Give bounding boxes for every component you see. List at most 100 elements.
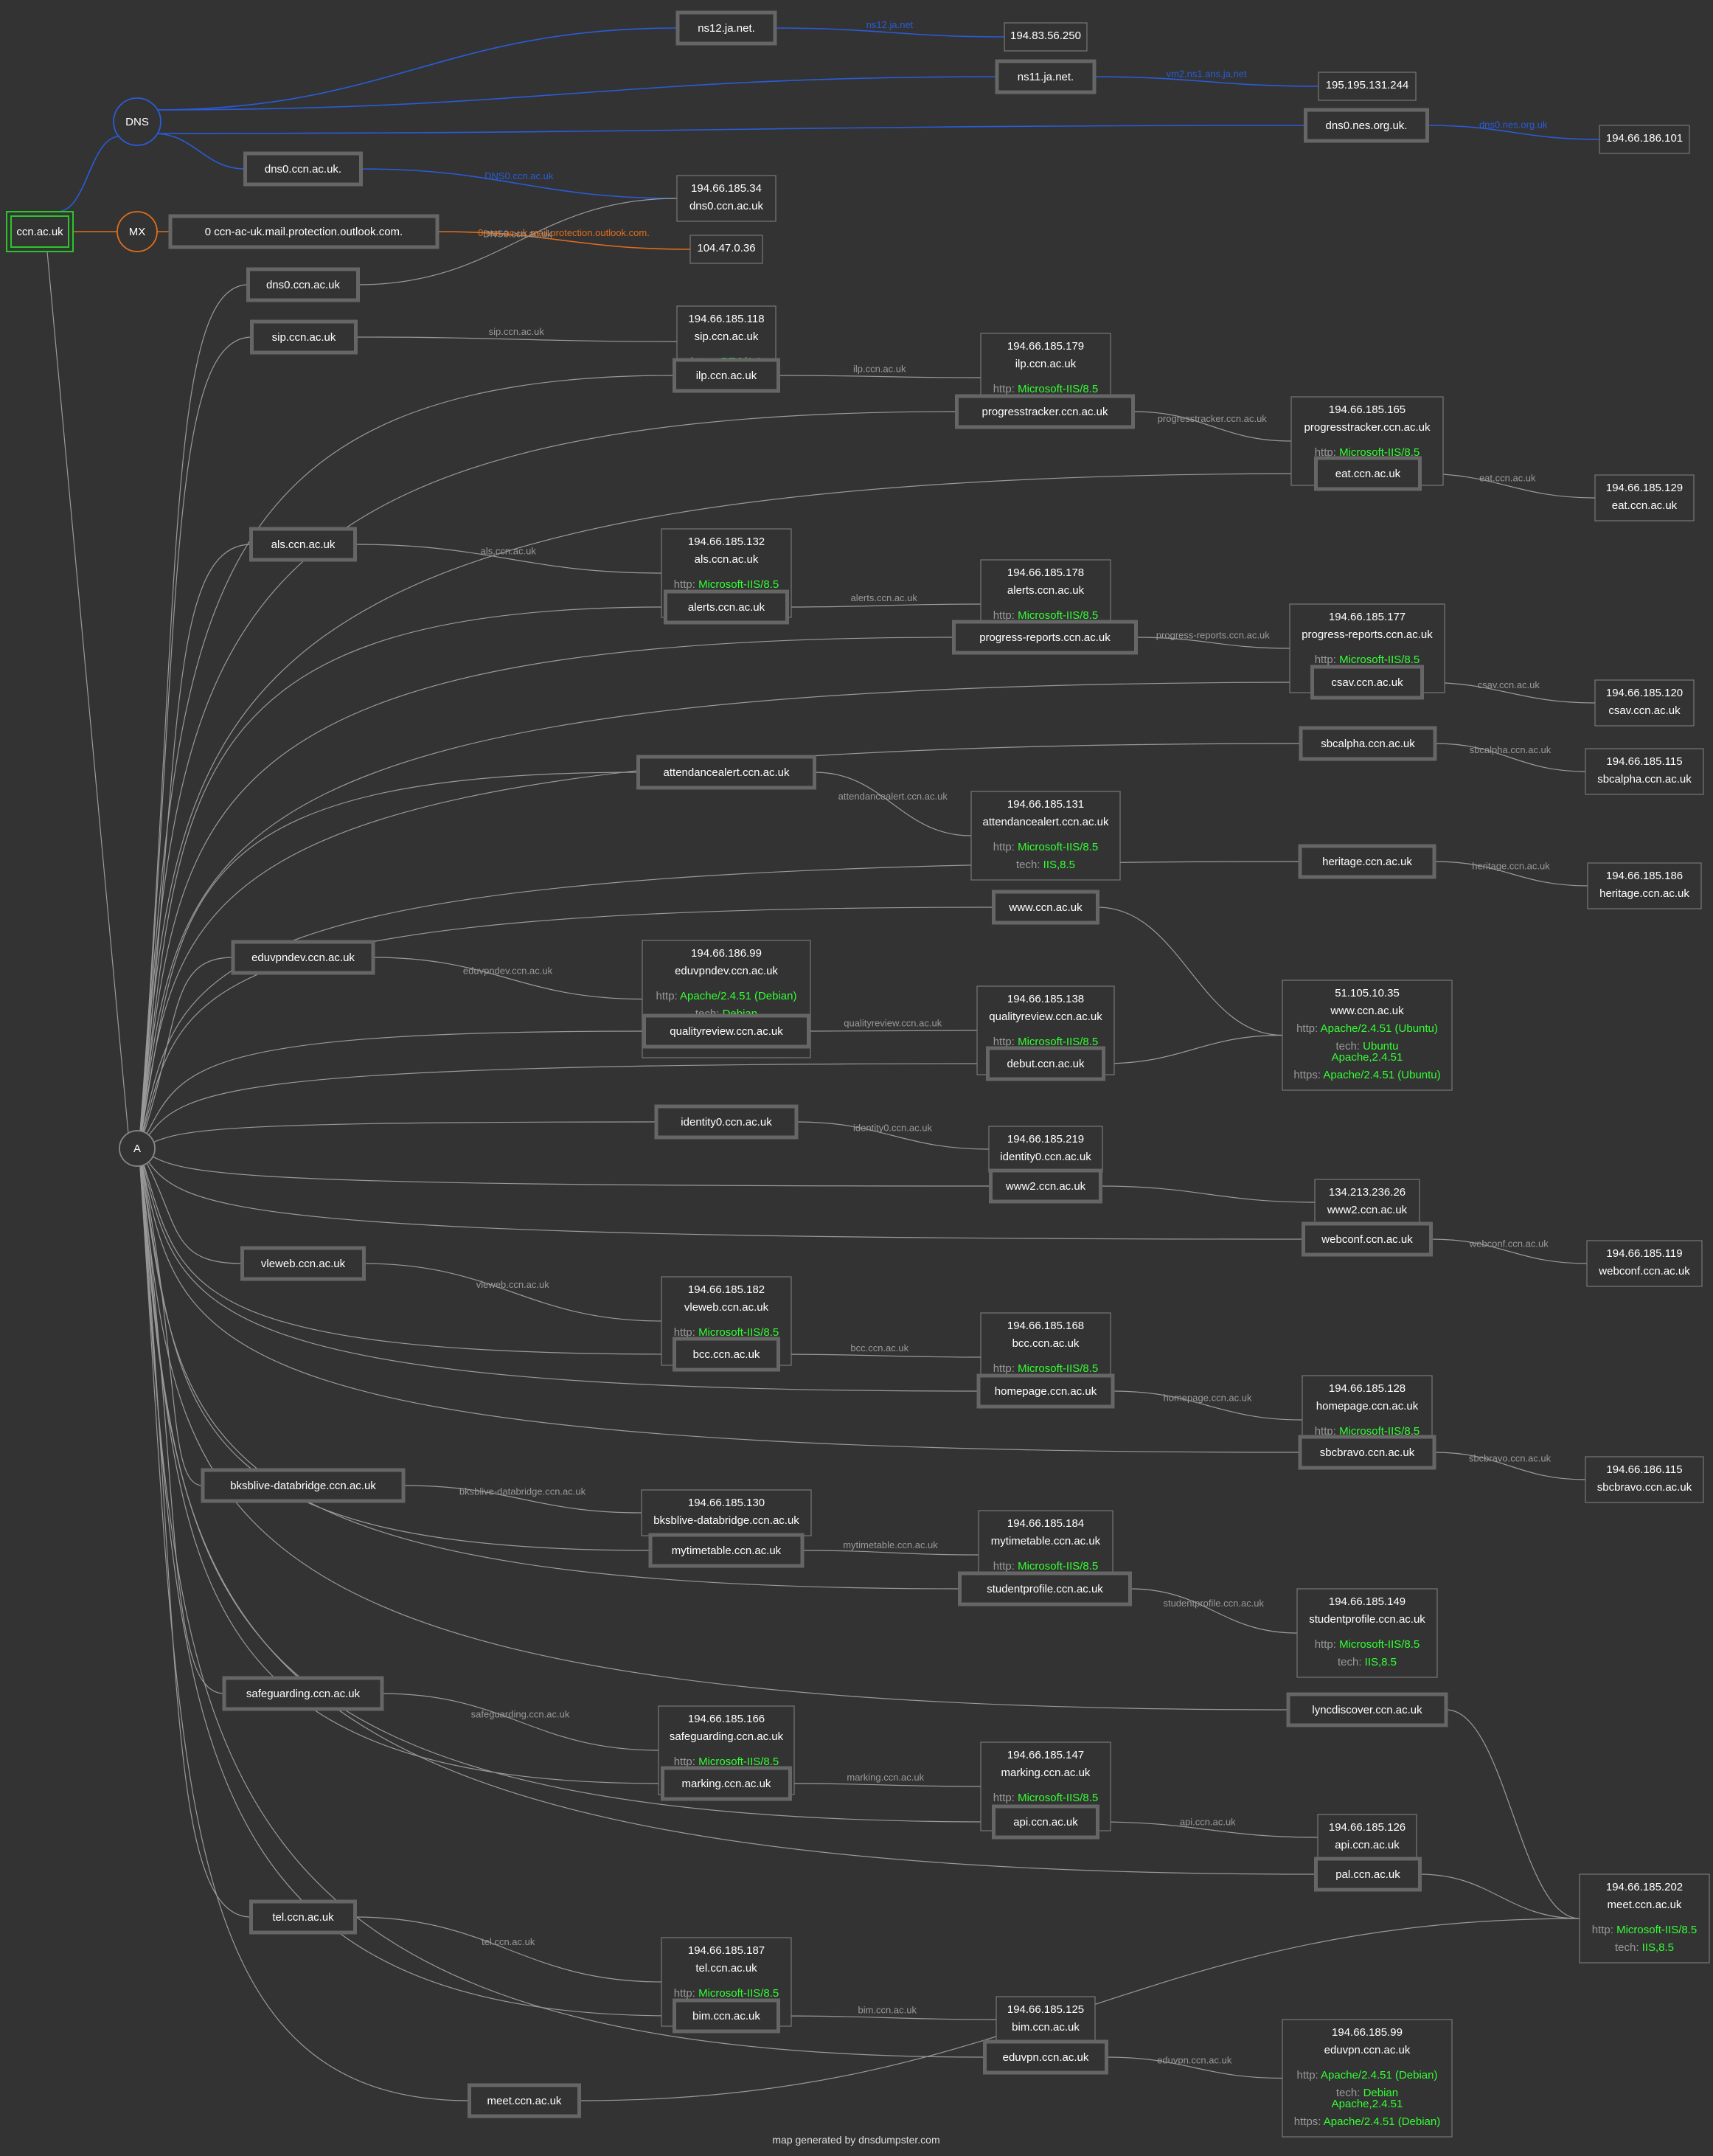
host-node-sip[interactable]: sip.ccn.ac.uk [250,319,358,355]
host-node-eat[interactable]: eat.ccn.ac.uk [1314,456,1422,491]
host-node-ns11[interactable]: ns11.ja.net. [995,59,1097,94]
hostname: mytimetable.ccn.ac.uk [991,1535,1101,1547]
host-node-mx0[interactable]: 0 ccn-ac-uk.mail.protection.outlook.com. [168,214,439,249]
host-node-label: identity0.ccn.ac.uk [681,1116,772,1129]
service-line: http: Apache/2.4.51 (Ubuntu) [1296,1022,1438,1035]
host-node-label: www2.ccn.ac.uk [1005,1180,1086,1193]
service-key: http: [993,1560,1018,1573]
hostname: tel.ccn.ac.uk [695,1962,757,1975]
service-key: https: [1294,2115,1324,2128]
edge-www2-ip [1100,1185,1316,1203]
host-node-nesorg[interactable]: dns0.nes.org.uk. [1304,108,1429,143]
host-node-csav[interactable]: csav.ccn.ac.uk [1310,665,1424,700]
host-node-sbcbravo[interactable]: sbcbravo.ccn.ac.uk [1298,1435,1436,1470]
ip-box-ip-bim: 194.66.185.125 bim.ccn.ac.uk [996,1996,1096,2043]
ip-address: 194.66.185.184 [1007,1517,1084,1530]
group-node-dns[interactable]: DNS [113,97,161,146]
service-line: http: Microsoft-IIS/8.5 [993,1792,1099,1804]
hostname: eduvpn.ccn.ac.uk [1324,2044,1411,2056]
host-node-dns0a[interactable]: dns0.ccn.ac.uk [246,267,360,302]
host-node-vleweb[interactable]: vleweb.ccn.ac.uk [240,1246,366,1281]
edge-label: sbcalpha.ccn.ac.uk [1470,744,1552,755]
host-node-www2[interactable]: www2.ccn.ac.uk [989,1168,1102,1204]
ip-box-ip-bksblive: 194.66.185.130 bksblive-databridge.ccn.ac… [641,1489,812,1536]
host-node-lyncdiscover[interactable]: lyncdiscover.ccn.ac.uk [1286,1692,1448,1727]
host-node-tel[interactable]: tel.ccn.ac.uk [249,1899,357,1935]
host-node-meet[interactable]: meet.ccn.ac.uk [468,2083,581,2118]
ip-address: 194.66.185.34 [691,182,762,195]
edge-a-debut [139,1063,988,1148]
group-node-a[interactable]: A [119,1130,156,1167]
host-node-pal[interactable]: pal.ccn.ac.uk [1314,1857,1422,1892]
host-node-ns12[interactable]: ns12.ja.net. [675,10,777,46]
host-node-label: tel.ccn.ac.uk [272,1911,334,1924]
ip-address: 104.47.0.36 [697,242,755,254]
host-node-marking[interactable]: marking.ccn.ac.uk [661,1766,792,1801]
host-node-identity0[interactable]: identity0.ccn.ac.uk [654,1104,799,1140]
host-node-ilp[interactable]: ilp.ccn.ac.uk [673,358,780,393]
host-node-eduvpndev[interactable]: eduvpndev.ccn.ac.uk [231,940,375,975]
edge-a-ilp [139,375,675,1134]
service-line: https: Apache/2.4.51 (Ubuntu) [1293,1069,1440,1081]
service-line: https: Apache/2.4.51 (Debian) [1294,2115,1440,2128]
service-value: Microsoft-IIS/8.5 [1339,1638,1420,1651]
host-node-attendancealert[interactable]: attendancealert.ccn.ac.uk [636,755,816,790]
service-line: tech: IIS,8.5 [1615,1941,1674,1954]
host-node-label: webconf.ccn.ac.uk [1321,1233,1413,1246]
service-key: http: [993,1036,1018,1048]
edge-label: sip.ccn.ac.uk [489,326,545,337]
edge-dns-nesorg [153,125,1306,134]
ip-address: 194.66.185.186 [1606,870,1683,882]
hostname: api.ccn.ac.uk [1335,1839,1400,1851]
host-node-eduvpn[interactable]: eduvpn.ccn.ac.uk [983,2039,1108,2075]
host-node-www[interactable]: www.ccn.ac.uk [992,890,1099,925]
host-node-label: progress-reports.ccn.ac.uk [979,631,1111,644]
host-node-api[interactable]: api.ccn.ac.uk [992,1804,1099,1840]
host-node-mytimetable[interactable]: mytimetable.ccn.ac.uk [648,1533,805,1568]
service-line: http: Apache/2.4.51 (Debian) [1297,2069,1438,2082]
edge-safeguarding-ip [381,1693,659,1751]
edge-a-studentprofile [139,1157,960,1590]
service-key: http: [674,1987,698,2000]
host-node-label: ilp.ccn.ac.uk [696,370,757,382]
edge-pal-ip [1420,1873,1580,1919]
service-line: Apache,2.4.51 [1332,2098,1403,2110]
nodes-layer: 194.83.56.250 195.195.131.244 194.66.186.1… [6,10,1710,2138]
edge-a-qualityreview [139,1030,644,1147]
host-node-bksblive[interactable]: bksblive-databridge.ccn.ac.uk [201,1468,406,1503]
edge-alerts-ip [787,603,981,608]
host-node-als[interactable]: als.ccn.ac.uk [249,527,357,562]
hostname: www2.ccn.ac.uk [1327,1204,1408,1216]
host-node-label: safeguarding.ccn.ac.uk [246,1688,361,1700]
ip-box-ip-api: 194.66.185.126 api.ccn.ac.uk [1317,1814,1417,1861]
host-node-bim[interactable]: bim.ccn.ac.uk [673,1998,780,2034]
ip-box-ip-studentprofile: 194.66.185.149 studentprofile.ccn.ac.uk ht… [1296,1588,1438,1678]
host-node-label: ns11.ja.net. [1018,71,1074,83]
host-node-label: dns0.ccn.ac.uk [266,279,341,291]
host-node-studentprofile[interactable]: studentprofile.ccn.ac.uk [958,1571,1132,1606]
host-node-qualityreview[interactable]: qualityreview.ccn.ac.uk [642,1013,810,1049]
service-key: http: [674,1326,698,1339]
host-node-alerts[interactable]: alerts.ccn.ac.uk [664,589,789,625]
ip-address: 194.66.185.178 [1007,566,1084,579]
group-node-mx[interactable]: MX [117,211,158,252]
host-node-homepage[interactable]: homepage.ccn.ac.uk [976,1373,1115,1409]
host-node-label: marking.ccn.ac.uk [682,1778,771,1790]
host-node-heritage[interactable]: heritage.ccn.ac.uk [1298,844,1436,879]
ip-address: 194.66.185.166 [688,1713,765,1725]
host-node-dns0ns[interactable]: dns0.ccn.ac.uk. [243,151,363,187]
ip-address: 194.66.185.129 [1606,482,1683,494]
host-node-sbcalpha[interactable]: sbcalpha.ccn.ac.uk [1299,726,1437,761]
root-domain-node[interactable]: ccn.ac.uk [6,211,74,252]
host-node-progressreports[interactable]: progress-reports.ccn.ac.uk [952,620,1138,655]
host-node-webconf[interactable]: webconf.ccn.ac.uk [1302,1221,1433,1257]
host-node-bcc[interactable]: bcc.ccn.ac.uk [673,1337,780,1372]
host-node-debut[interactable]: debut.ccn.ac.uk [986,1046,1105,1081]
host-node-label: sbcbravo.ccn.ac.uk [1320,1446,1415,1459]
edge-label: alerts.ccn.ac.uk [851,592,918,603]
edge-root-dns [57,136,120,212]
edge-label: ilp.ccn.ac.uk [853,364,906,375]
service-key: http: [993,1362,1018,1375]
host-node-progresstracker[interactable]: progresstracker.ccn.ac.uk [955,394,1135,429]
host-node-safeguarding[interactable]: safeguarding.ccn.ac.uk [222,1676,384,1711]
